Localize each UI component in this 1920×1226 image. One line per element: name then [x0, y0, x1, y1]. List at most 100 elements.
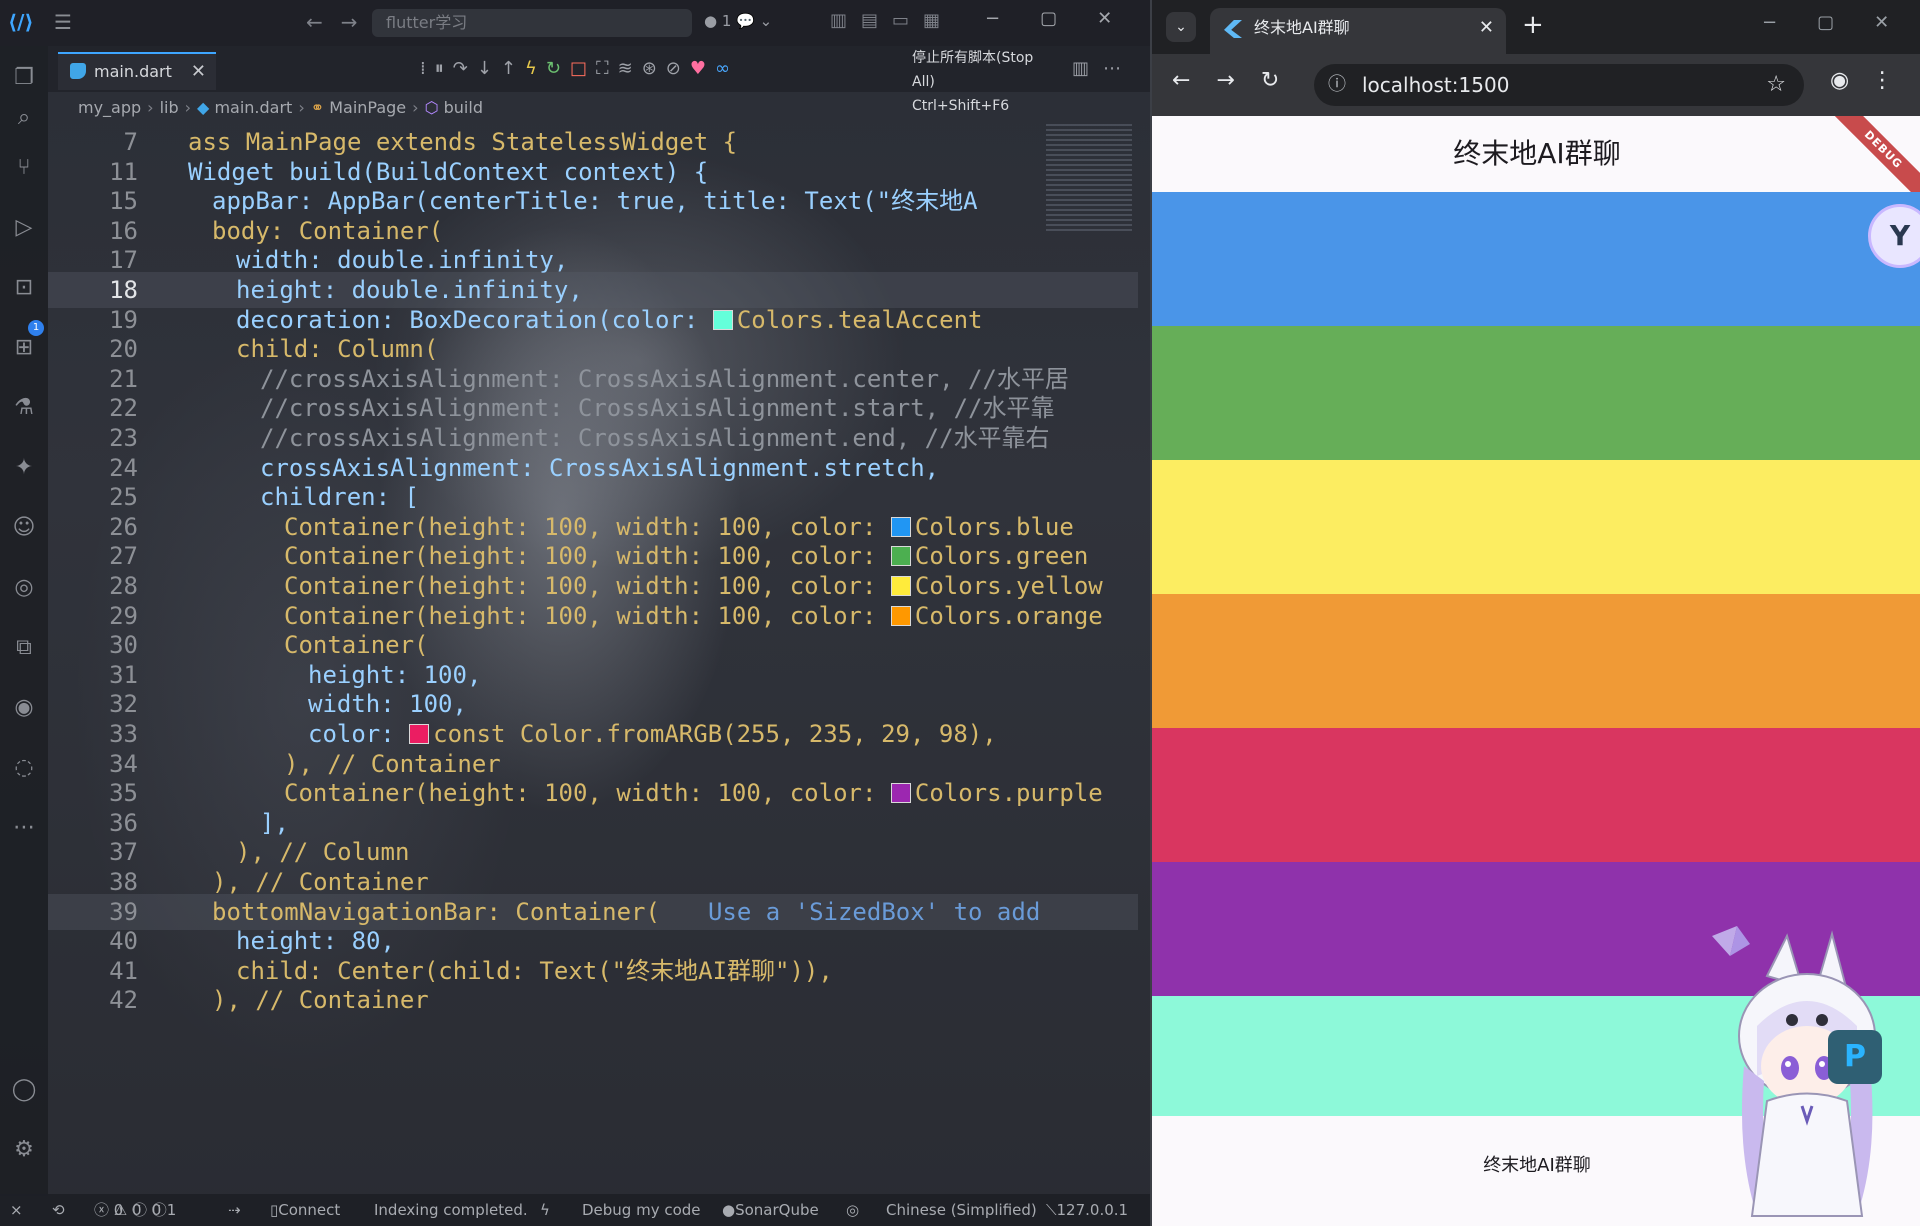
history-nav-icons[interactable]: ←→ — [306, 10, 376, 34]
bookmark-star-icon[interactable]: ☆ — [1766, 64, 1786, 106]
class-icon: ⚭ — [310, 98, 325, 117]
open-devtools-icon[interactable]: ≋ — [618, 58, 642, 79]
vscode-window: ⟨/⟩ ☰ ←→ flutter学习 ● 1 💬 ⌄ ▥▤▭▦ −▢✕ ❐ ⌕ … — [0, 0, 1150, 1226]
remote-icon[interactable]: ⨯ — [10, 1194, 23, 1226]
settings-gear-icon[interactable]: ⚙ — [10, 1136, 38, 1164]
site-info-icon[interactable]: ⓘ — [1328, 64, 1346, 106]
step-into-icon[interactable]: ↓ — [477, 58, 501, 79]
close-tab-icon[interactable]: ✕ — [1479, 8, 1494, 48]
connect-status[interactable]: ▯ Connect — [270, 1194, 340, 1226]
browser-nav-icons[interactable]: ←→↻ — [1172, 68, 1305, 93]
color-swatch[interactable] — [890, 516, 911, 537]
browser-profile-menu-icons[interactable]: ◉⋮ — [1830, 68, 1915, 93]
breadcrumb-item[interactable]: main.dart — [214, 98, 292, 117]
sonarqube-status[interactable]: ● SonarQube — [722, 1194, 819, 1226]
json-icon[interactable]: ◎ — [10, 574, 38, 602]
stop-all-tooltip: 停止所有脚本(Stop All) Ctrl+Shift+F6 — [912, 46, 1060, 114]
color-bar-orange — [1152, 594, 1920, 728]
url-text: localhost:1500 — [1362, 73, 1510, 97]
flash-icon[interactable]: ϟ — [540, 1194, 550, 1226]
browser-tab-title: 终末地AI群聊 — [1254, 18, 1350, 37]
activity-bar: ❐ ⌕ ⑂ ▷ 1 ⊡ ⊞ ⚗ ✦ ☺ ◎ ⧉ ◉ ◌ ⋯ ◯ ⚙ — [0, 46, 48, 1196]
color-swatch[interactable] — [890, 783, 911, 804]
inspect-widget-icon[interactable]: ⛶ — [596, 58, 618, 79]
command-center-search[interactable]: flutter学习 — [372, 9, 692, 37]
title-badge[interactable]: ● 1 💬 ⌄ — [704, 12, 772, 30]
browser-toolbar: ←→↻ ⓘ localhost:1500 ☆ ◉⋮ — [1152, 54, 1920, 116]
restart-icon[interactable]: ↻ — [546, 58, 570, 79]
menu-icon[interactable]: ☰ — [54, 10, 72, 34]
testing-icon[interactable]: ⚗ — [10, 394, 38, 422]
breadcrumb: my_app › lib › ◆ main.dart › ⚭ MainPage › ⬡ buil… — [78, 98, 483, 117]
problems-indicator[interactable]: ⓧ 0 ⚠ 0 ⓘ 0 ⓘ 1 — [94, 1194, 176, 1226]
search-icon[interactable]: ⌕ — [10, 104, 38, 132]
tab-search-chevron-icon[interactable]: ⌄ — [1166, 12, 1196, 42]
step-out-icon[interactable]: ↑ — [501, 58, 525, 79]
step-over-icon[interactable]: ↷ — [453, 58, 477, 79]
browser-window-controls[interactable]: −▢✕ — [1762, 12, 1920, 33]
color-bar-yellow — [1152, 460, 1920, 594]
debug-toolbar[interactable]: ⁞⏸↷↓↑ϟ↻□⛶≋⊛⊘♥∞ — [420, 58, 739, 79]
dart-file-icon — [70, 63, 86, 79]
debug-mode-status[interactable]: Debug my code — [582, 1194, 701, 1226]
drag-handle-icon[interactable]: ⁞ — [420, 58, 435, 79]
breadcrumb-item[interactable]: build — [444, 98, 483, 117]
stop-icon[interactable]: □ — [570, 58, 596, 79]
code-text: ), // Container — [212, 986, 429, 1015]
color-swatch[interactable] — [890, 605, 911, 626]
sync-icon[interactable]: ⟲ — [52, 1194, 65, 1226]
code-editor[interactable]: 7 ass MainPage extends StatelessWidget {1… — [48, 124, 1150, 1194]
address-status[interactable]: ⟍ 127.0.0.1 — [1046, 1194, 1128, 1226]
more-icon[interactable]: ⋯ — [10, 814, 38, 842]
breadcrumb-item[interactable]: MainPage — [329, 98, 406, 117]
flutter-icon[interactable]: ✦ — [10, 454, 38, 482]
timeline-icon[interactable]: ◌ — [10, 754, 38, 782]
heart-icon[interactable]: ♥ — [690, 58, 715, 79]
browser-tabstrip: ⌄ 终末地AI群聊 ✕ + −▢✕ — [1152, 0, 1920, 54]
github-icon[interactable]: ◉ — [10, 694, 38, 722]
p-app-icon[interactable]: P — [1828, 1030, 1882, 1084]
line-number: 42 — [109, 986, 138, 1015]
color-swatch[interactable] — [890, 546, 911, 567]
color-swatch[interactable] — [712, 309, 733, 330]
color-swatch[interactable] — [890, 576, 911, 596]
editor-actions[interactable]: ▥⋯ — [1072, 58, 1135, 79]
pause-icon[interactable]: ⏸ — [435, 58, 453, 79]
color-bar-pink — [1152, 728, 1920, 862]
extensions-icon[interactable]: ⊞ — [10, 334, 38, 362]
screen: ⟨/⟩ ☰ ←→ flutter学习 ● 1 💬 ⌄ ▥▤▭▦ −▢✕ ❐ ⌕ … — [0, 0, 1920, 1226]
tooltip-title: 停止所有脚本(Stop All) — [912, 50, 1034, 90]
window-controls[interactable]: −▢✕ — [985, 8, 1150, 29]
explorer-icon[interactable]: ❐ — [10, 64, 38, 92]
copilot-chat-icon[interactable]: 💬 ⌄ — [736, 12, 772, 30]
tab-main-dart[interactable]: main.dart ✕ — [58, 52, 216, 90]
debug-paint-icon[interactable]: ⊘ — [666, 58, 690, 79]
performance-icon[interactable]: ⊛ — [642, 58, 666, 79]
method-icon: ⬡ — [424, 98, 439, 117]
breadcrumb-item[interactable]: my_app — [78, 98, 141, 117]
color-bar-blue — [1152, 192, 1920, 326]
remote-explorer-icon[interactable]: ⊡ — [10, 274, 38, 302]
lint-hint: Use a 'SizedBox' to add — [707, 897, 1041, 926]
hot-reload-icon[interactable]: ϟ — [525, 58, 546, 79]
tab-label: main.dart — [94, 62, 172, 81]
breadcrumb-item[interactable]: lib — [160, 98, 179, 117]
address-bar[interactable]: ⓘ localhost:1500 ☆ — [1314, 64, 1804, 106]
run-debug-icon[interactable]: ▷ — [10, 214, 38, 242]
browser-tab[interactable]: 终末地AI群聊 ✕ — [1210, 8, 1506, 54]
link-icon[interactable]: ∞ — [715, 58, 739, 79]
color-swatch[interactable] — [409, 724, 430, 744]
account-icon[interactable]: ◯ — [10, 1076, 38, 1104]
language-status[interactable]: Chinese (Simplified) — [886, 1194, 1037, 1226]
source-control-icon[interactable]: ⑂ — [10, 154, 38, 182]
share-icon[interactable]: ⇢ — [228, 1194, 241, 1226]
copilot-icon[interactable]: ☺ — [10, 514, 38, 542]
broadcast-icon[interactable]: ◎ — [846, 1194, 859, 1226]
new-tab-icon[interactable]: + — [1522, 10, 1544, 40]
tooltip-shortcut: Ctrl+Shift+F6 — [912, 98, 1010, 114]
close-icon[interactable]: ✕ — [191, 54, 206, 90]
vscode-logo-icon: ⟨/⟩ — [8, 10, 34, 34]
database-icon[interactable]: ⧉ — [10, 634, 38, 662]
code-line[interactable]: 42 ), // Container — [48, 982, 1138, 1018]
layout-icons[interactable]: ▥▤▭▦ — [830, 10, 954, 31]
